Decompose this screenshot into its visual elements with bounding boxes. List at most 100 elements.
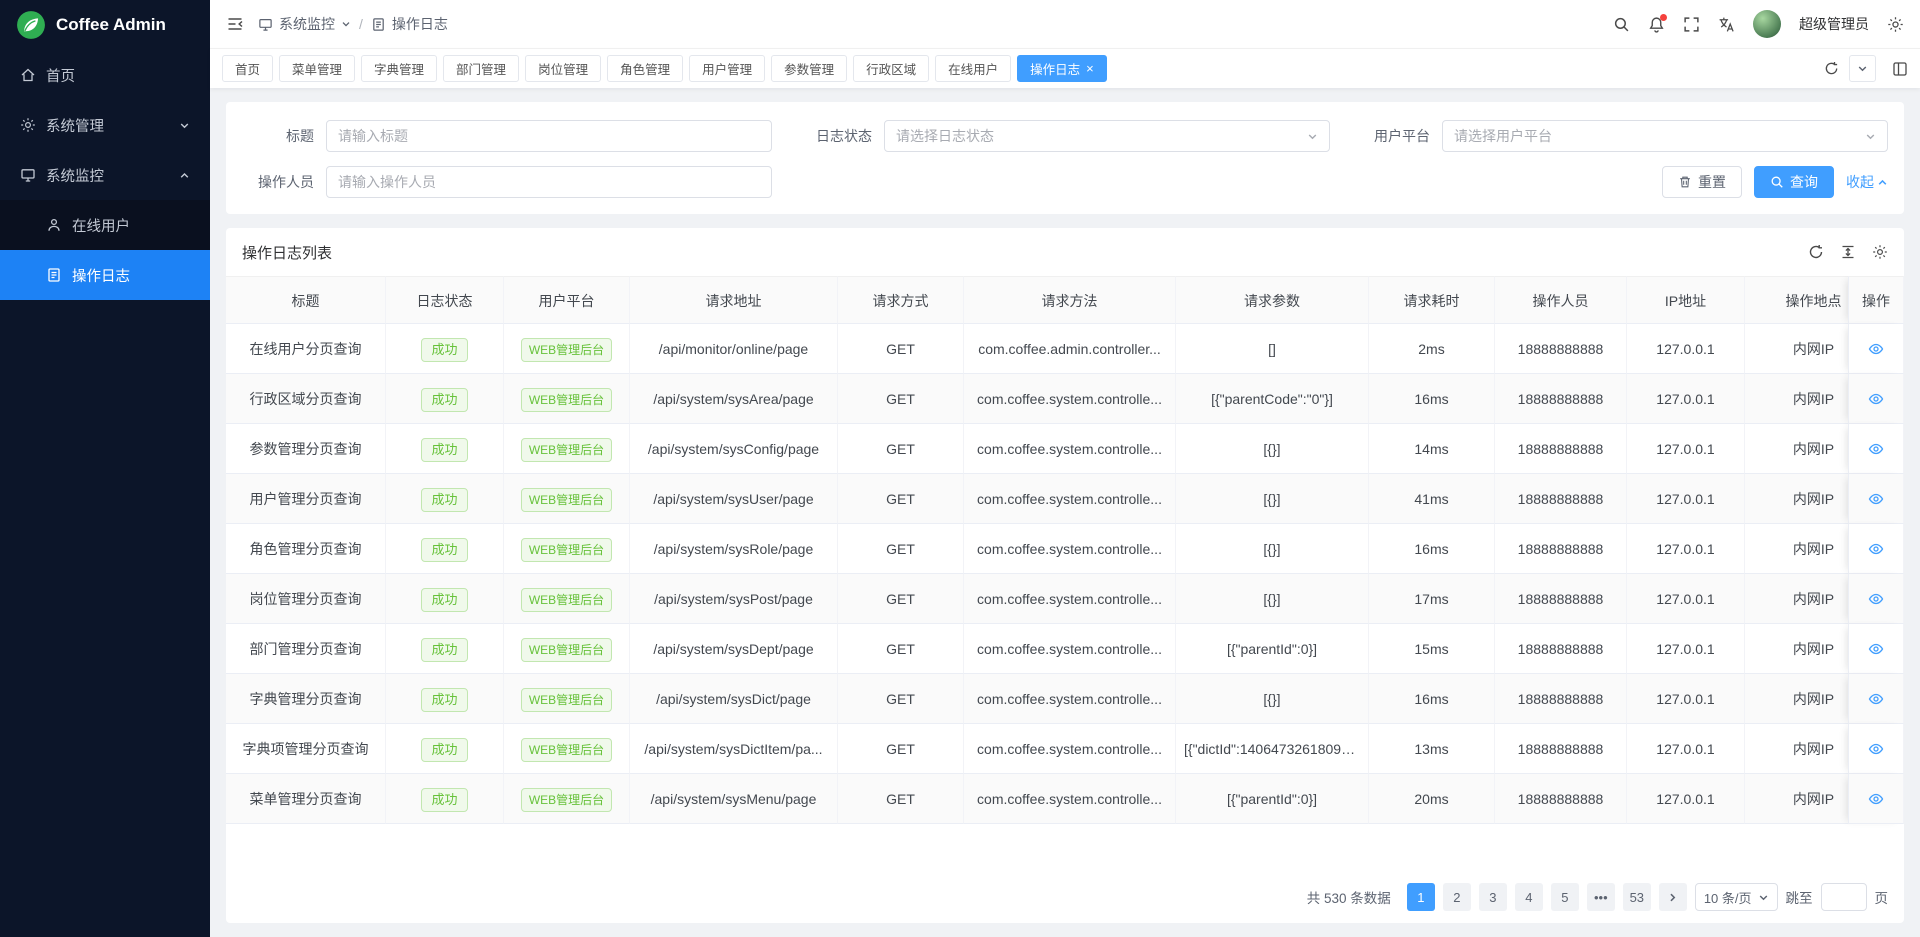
user-avatar[interactable] [1753,10,1781,38]
cell-actions [1848,424,1904,474]
chevron-up-icon [179,170,190,181]
platform-badge: WEB管理后台 [521,638,612,662]
status-badge: 成功 [421,488,467,512]
translate-icon[interactable] [1718,16,1735,33]
view-detail-eye-icon[interactable] [1868,691,1884,707]
view-detail-eye-icon[interactable] [1868,441,1884,457]
view-detail-eye-icon[interactable] [1868,491,1884,507]
query-button[interactable]: 查询 [1754,166,1834,198]
row-height-icon[interactable] [1840,244,1856,260]
view-detail-eye-icon[interactable] [1868,391,1884,407]
page-tab[interactable]: 菜单管理 × [279,55,355,82]
page-number-button[interactable]: ••• [1587,883,1615,911]
cell-actions [1848,624,1904,674]
refresh-icon[interactable] [1824,61,1839,76]
page-tab[interactable]: 在线用户 × [935,55,1011,82]
next-page-button[interactable] [1659,883,1687,911]
cell-handler: com.coffee.system.controlle... [964,624,1176,674]
app-logo[interactable]: Coffee Admin [0,0,210,50]
chevron-down-icon [341,19,351,29]
view-detail-eye-icon[interactable] [1868,591,1884,607]
view-detail-eye-icon[interactable] [1868,641,1884,657]
page-tab[interactable]: 行政区域 × [853,55,929,82]
platform-select[interactable]: 请选择用户平台 [1442,120,1888,152]
menu-fold-icon[interactable] [226,15,244,33]
cell-method: GET [838,374,964,424]
layout-columns-icon[interactable] [1892,61,1908,77]
cell-url: /api/monitor/online/page [630,324,838,374]
cell-operator: 18888888888 [1495,774,1627,824]
fullscreen-icon[interactable] [1683,16,1700,33]
tab-actions-dropdown[interactable] [1849,55,1876,82]
column-header: 用户平台 [504,276,630,324]
cell-status: 成功 [386,424,504,474]
sidebar-item-online-users[interactable]: 在线用户 [0,200,210,250]
notification-bell-icon[interactable] [1648,16,1665,33]
reset-label: 重置 [1698,172,1726,192]
jump-page-input[interactable] [1821,883,1867,911]
operator-input[interactable] [338,174,760,190]
sidebar-item-operation-log[interactable]: 操作日志 [0,250,210,300]
trash-icon [1678,175,1692,189]
cell-actions [1848,524,1904,574]
cell-params: [{"dictId":140647326180950... [1176,724,1369,774]
page-tab[interactable]: 参数管理 × [771,55,847,82]
page-number-button[interactable]: 2 [1443,883,1471,911]
column-settings-gear-icon[interactable] [1872,244,1888,260]
user-name[interactable]: 超级管理员 [1799,14,1869,34]
view-detail-eye-icon[interactable] [1868,341,1884,357]
title-input[interactable] [338,128,760,144]
page-tab[interactable]: 岗位管理 × [525,55,601,82]
reset-button[interactable]: 重置 [1662,166,1742,198]
page-number-button[interactable]: 4 [1515,883,1543,911]
status-select[interactable]: 请选择日志状态 [884,120,1330,152]
view-detail-eye-icon[interactable] [1868,541,1884,557]
page-tab[interactable]: 角色管理 × [607,55,683,82]
status-placeholder: 请选择日志状态 [896,126,994,146]
page-number-button[interactable]: 53 [1623,883,1651,911]
cell-status: 成功 [386,774,504,824]
page-tab[interactable]: 部门管理 × [443,55,519,82]
breadcrumb-level1[interactable]: 系统监控 [279,14,335,34]
cell-title: 行政区域分页查询 [226,374,386,424]
cell-platform: WEB管理后台 [504,724,630,774]
top-header: 系统监控 / 操作日志 [210,0,1920,48]
settings-gear-icon[interactable] [1887,16,1904,33]
cell-title: 字典项管理分页查询 [226,724,386,774]
sidebar-item-home[interactable]: 首页 [0,50,210,100]
view-detail-eye-icon[interactable] [1868,791,1884,807]
cell-title: 岗位管理分页查询 [226,574,386,624]
page-number-button[interactable]: 3 [1479,883,1507,911]
sidebar-item-label: 在线用户 [72,215,130,236]
cell-url: /api/system/sysArea/page [630,374,838,424]
cell-url: /api/system/sysConfig/page [630,424,838,474]
page-number-button[interactable]: 1 [1407,883,1435,911]
cell-actions [1848,474,1904,524]
page-size-select[interactable]: 10 条/页 [1695,883,1778,911]
sidebar-item-system-monitor[interactable]: 系统监控 [0,150,210,200]
table-scroll-area[interactable]: 标题 日志状态 用户平台 请求地址 请求方式 请求方法 请求参数 请求耗时 操作… [226,276,1904,871]
cell-handler: com.coffee.system.controlle... [964,674,1176,724]
search-icon[interactable] [1613,16,1630,33]
view-detail-eye-icon[interactable] [1868,741,1884,757]
panel-header: 操作日志列表 [226,228,1904,276]
operator-label: 操作人员 [242,172,314,192]
cell-status: 成功 [386,374,504,424]
table-row: 参数管理分页查询 成功 WEB管理后台 /api/system/sysConfi… [226,424,1904,474]
page-tab[interactable]: 用户管理 × [689,55,765,82]
page-tab[interactable]: 字典管理 × [361,55,437,82]
refresh-icon[interactable] [1808,244,1824,260]
page-number-button[interactable]: 5 [1551,883,1579,911]
column-header: 操作人员 [1495,276,1627,324]
cell-actions [1848,374,1904,424]
gear-icon [20,117,36,133]
page-tab[interactable]: 首页 × [222,55,273,82]
monitor-icon [258,17,273,32]
collapse-filter-link[interactable]: 收起 [1846,172,1888,192]
close-icon[interactable]: × [1086,62,1094,75]
cell-method: GET [838,424,964,474]
page-tab[interactable]: 操作日志 × [1017,55,1107,82]
page-tabs-bar: 首页 × 菜单管理 × 字典管理 × 部门管理 × [210,48,1920,88]
sidebar-item-system-management[interactable]: 系统管理 [0,100,210,150]
page-tab-label: 部门管理 [456,59,506,78]
